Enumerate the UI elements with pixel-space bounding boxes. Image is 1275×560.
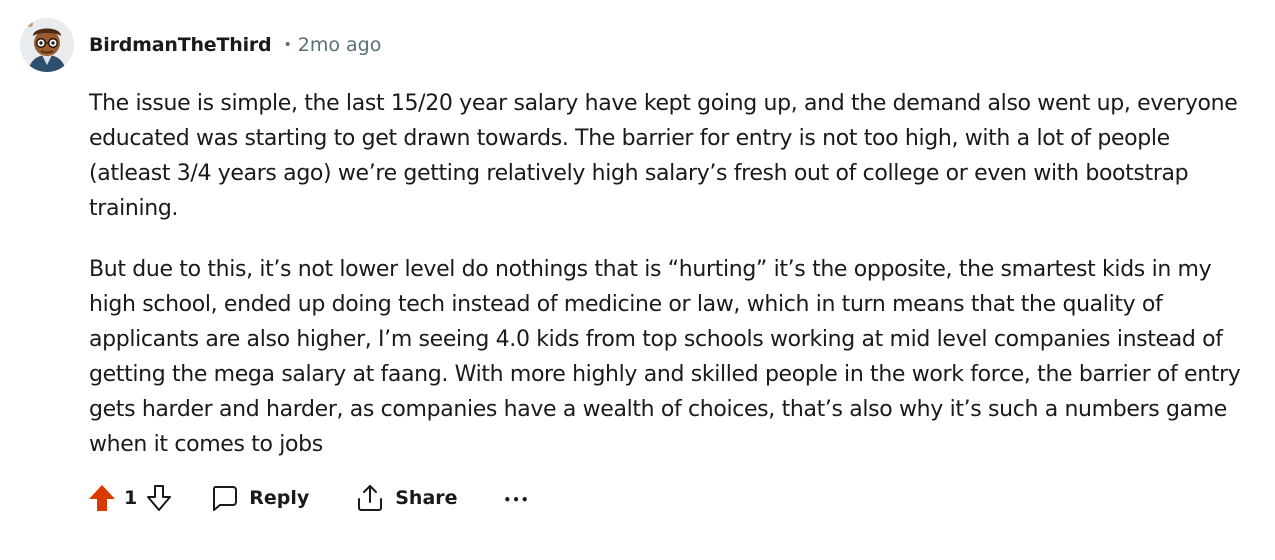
comment: BirdmanTheThird • 2mo ago The issue is s… bbox=[0, 0, 1275, 560]
comment-paragraph: The issue is simple, the last 15/20 year… bbox=[89, 91, 1238, 221]
avatar[interactable] bbox=[20, 18, 74, 72]
ellipsis-icon: ••• bbox=[503, 493, 530, 507]
author-name[interactable]: BirdmanTheThird bbox=[89, 34, 272, 56]
reply-label: Reply bbox=[249, 487, 310, 509]
comment-paragraph: But due to this, it’s not lower level do… bbox=[89, 257, 1241, 457]
downvote-button[interactable] bbox=[143, 482, 175, 514]
meta-separator: • bbox=[283, 37, 292, 53]
more-options-button[interactable]: ••• bbox=[504, 487, 530, 509]
share-button[interactable]: Share bbox=[355, 483, 458, 513]
comment-timestamp[interactable]: 2mo ago bbox=[298, 34, 382, 56]
share-upload-icon bbox=[358, 485, 383, 511]
reply-button[interactable]: Reply bbox=[209, 483, 309, 513]
share-label: Share bbox=[395, 487, 458, 509]
avatar-image-icon bbox=[20, 18, 74, 72]
speech-bubble-icon bbox=[213, 486, 238, 511]
comment-action-bar: 1 Reply Share ••• bbox=[86, 476, 530, 520]
comment-body: The issue is simple, the last 15/20 year… bbox=[89, 86, 1249, 462]
downvote-arrow-icon bbox=[147, 485, 172, 511]
vote-count: 1 bbox=[124, 487, 138, 509]
comment-header: BirdmanTheThird • 2mo ago bbox=[20, 18, 381, 72]
upvote-button[interactable] bbox=[86, 482, 118, 514]
upvote-arrow-icon bbox=[89, 485, 115, 511]
